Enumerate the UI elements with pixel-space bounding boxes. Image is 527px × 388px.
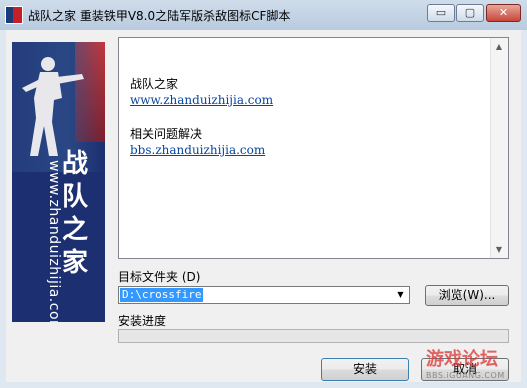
browse-button[interactable]: 浏览(W)... [425, 285, 509, 306]
minimize-button[interactable]: ▭ [427, 4, 455, 22]
chevron-down-icon[interactable]: ▼ [392, 287, 409, 303]
scroll-up-icon[interactable]: ▲ [491, 38, 507, 55]
banner-url-text: www.zhanduizhijia.com [46, 160, 62, 322]
title-bar: 战队之家 重装铁甲V8.0之陆军版杀敌图标CF脚本 ▭ ▢ ✕ [0, 0, 527, 30]
target-folder-combobox[interactable]: D:\crossfire ▼ [118, 286, 410, 304]
window-title: 战队之家 重装铁甲V8.0之陆军版杀敌图标CF脚本 [28, 9, 291, 23]
forum-link[interactable]: bbs.zhanduizhijia.com [130, 143, 265, 157]
banner-image: 战队之家 www.zhanduizhijia.com [12, 42, 105, 322]
target-folder-label: 目标文件夹 (D) [118, 270, 201, 284]
target-folder-value[interactable]: D:\crossfire [120, 288, 204, 302]
maximize-button[interactable]: ▢ [456, 4, 484, 22]
scroll-down-icon[interactable]: ▼ [491, 241, 507, 258]
progress-label: 安装进度 [118, 314, 167, 328]
info-panel: 战队之家 www.zhanduizhijia.com 相关问题解决 bbs.zh… [118, 37, 509, 259]
info-line-2: 相关问题解决 [130, 127, 203, 141]
app-icon [5, 6, 23, 24]
installer-dialog: 战队之家 www.zhanduizhijia.com 战队之家 www.zhan… [6, 30, 521, 382]
soldier-silhouette-icon [22, 57, 84, 156]
install-progress-bar [118, 329, 509, 343]
banner-chinese-text: 战队之家 [61, 149, 88, 278]
info-line-1: 战队之家 [130, 77, 179, 91]
site-watermark: 游戏论坛 BBS.iGUANG.COM [426, 345, 521, 385]
website-link[interactable]: www.zhanduizhijia.com [130, 93, 273, 107]
info-scrollbar[interactable]: ▲ ▼ [490, 38, 508, 258]
watermark-url: BBS.iGUANG.COM [426, 371, 505, 380]
watermark-text: 游戏论坛 [426, 349, 498, 370]
close-button[interactable]: ✕ [486, 4, 521, 22]
install-button[interactable]: 安装 [321, 358, 409, 381]
